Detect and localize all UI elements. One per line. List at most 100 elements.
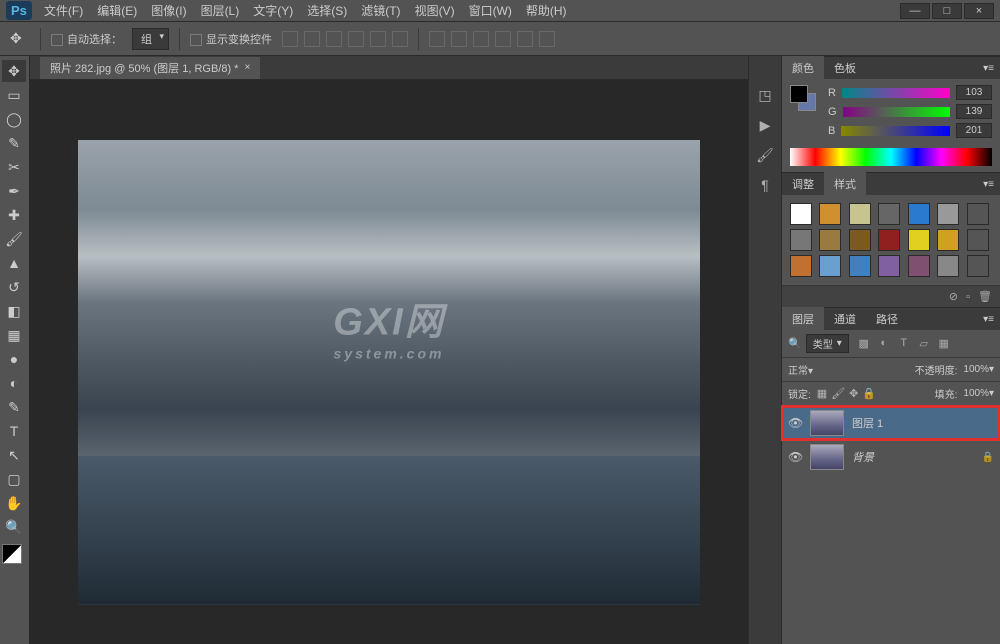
style-swatch[interactable]: [937, 229, 959, 251]
path-select-tool[interactable]: ↖: [2, 444, 26, 466]
panel-menu-icon[interactable]: ▾≡: [977, 63, 1000, 74]
zoom-tool[interactable]: 🔍: [2, 516, 26, 538]
distribute-icon[interactable]: [473, 31, 489, 47]
type-tool[interactable]: T: [2, 420, 26, 442]
visibility-icon[interactable]: 👁: [788, 416, 802, 430]
distribute-icon[interactable]: [495, 31, 511, 47]
move-tool[interactable]: ✥: [2, 60, 26, 82]
lock-transparency-icon[interactable]: ▦: [817, 387, 827, 400]
color-swatch[interactable]: [2, 544, 22, 564]
brush-preset-icon[interactable]: 🖌: [749, 140, 781, 170]
align-icon[interactable]: [370, 31, 386, 47]
menu-view[interactable]: 视图(V): [415, 2, 455, 19]
distribute-icon[interactable]: [517, 31, 533, 47]
search-icon[interactable]: 🔍: [788, 337, 802, 350]
style-swatch[interactable]: [849, 229, 871, 251]
style-swatch[interactable]: [819, 229, 841, 251]
adjustments-tab[interactable]: 调整: [782, 172, 824, 196]
style-swatch[interactable]: [908, 203, 930, 225]
style-swatch[interactable]: [819, 203, 841, 225]
style-swatch[interactable]: [937, 203, 959, 225]
crop-tool[interactable]: ✂: [2, 156, 26, 178]
filter-shape-icon[interactable]: ▱: [917, 337, 931, 351]
style-swatch[interactable]: [967, 229, 989, 251]
style-swatch[interactable]: [819, 255, 841, 277]
align-icon[interactable]: [392, 31, 408, 47]
document-tab[interactable]: 照片 282.jpg @ 50% (图层 1, RGB/8) * ×: [40, 57, 260, 79]
close-tab-icon[interactable]: ×: [244, 62, 250, 73]
style-swatch[interactable]: [790, 229, 812, 251]
color-tab[interactable]: 颜色: [782, 56, 824, 80]
quick-select-tool[interactable]: ✎: [2, 132, 26, 154]
trash-icon[interactable]: 🗑: [978, 290, 992, 303]
brush-tool[interactable]: 🖌: [2, 228, 26, 250]
lock-all-icon[interactable]: 🔒: [862, 387, 876, 400]
show-transform-checkbox[interactable]: 显示变换控件: [190, 31, 272, 47]
distribute-icon[interactable]: [451, 31, 467, 47]
align-icon[interactable]: [326, 31, 342, 47]
style-swatch[interactable]: [878, 203, 900, 225]
style-swatch[interactable]: [878, 229, 900, 251]
eyedropper-tool[interactable]: ✒: [2, 180, 26, 202]
r-value[interactable]: 103: [956, 85, 992, 100]
lock-paint-icon[interactable]: 🖌: [831, 387, 845, 400]
new-style-icon[interactable]: ▫: [966, 291, 970, 303]
window-maximize[interactable]: □: [932, 3, 962, 19]
eraser-tool[interactable]: ◧: [2, 300, 26, 322]
window-minimize[interactable]: —: [900, 3, 930, 19]
layers-tab[interactable]: 图层: [782, 307, 824, 331]
history-brush-tool[interactable]: ↺: [2, 276, 26, 298]
play-icon[interactable]: ▶: [749, 110, 781, 140]
style-swatch[interactable]: [790, 203, 812, 225]
b-slider[interactable]: [841, 126, 950, 136]
style-swatch[interactable]: [908, 255, 930, 277]
style-swatch[interactable]: [967, 255, 989, 277]
layer-item[interactable]: 👁图层 1: [782, 406, 1000, 440]
blur-tool[interactable]: ●: [2, 348, 26, 370]
menu-type[interactable]: 文字(Y): [253, 2, 293, 19]
layer-thumbnail[interactable]: [810, 410, 844, 436]
style-swatch[interactable]: [967, 203, 989, 225]
filter-smart-icon[interactable]: ▦: [937, 337, 951, 351]
dodge-tool[interactable]: ◐: [2, 372, 26, 394]
style-swatch[interactable]: [790, 255, 812, 277]
style-swatch[interactable]: [849, 203, 871, 225]
auto-select-checkbox[interactable]: 自动选择：: [51, 31, 122, 47]
menu-image[interactable]: 图像(I): [151, 2, 186, 19]
distribute-icon[interactable]: [429, 31, 445, 47]
filter-kind-select[interactable]: 类型▾: [806, 334, 849, 353]
align-icon[interactable]: [304, 31, 320, 47]
marquee-tool[interactable]: ▭: [2, 84, 26, 106]
swatches-tab[interactable]: 色板: [824, 56, 866, 80]
g-value[interactable]: 139: [956, 104, 992, 119]
menu-file[interactable]: 文件(F): [44, 2, 83, 19]
blend-mode-select[interactable]: 正常▾: [788, 362, 909, 377]
distribute-icon[interactable]: [539, 31, 555, 47]
opacity-input[interactable]: 100%▾: [963, 364, 994, 375]
paragraph-icon[interactable]: ¶: [749, 170, 781, 200]
pen-tool[interactable]: ✎: [2, 396, 26, 418]
gradient-tool[interactable]: ▦: [2, 324, 26, 346]
r-slider[interactable]: [842, 88, 950, 98]
lock-position-icon[interactable]: ✥: [849, 387, 858, 400]
menu-filter[interactable]: 滤镜(T): [361, 2, 400, 19]
visibility-icon[interactable]: 👁: [788, 450, 802, 464]
styles-tab[interactable]: 样式: [824, 172, 866, 196]
hand-tool[interactable]: ✋: [2, 492, 26, 514]
layer-item[interactable]: 👁背景🔒: [782, 440, 1000, 474]
fg-bg-swatch[interactable]: [790, 85, 816, 111]
paths-tab[interactable]: 路径: [866, 307, 908, 331]
shape-tool[interactable]: ▢: [2, 468, 26, 490]
clear-style-icon[interactable]: ⊘: [949, 290, 958, 303]
b-value[interactable]: 201: [956, 123, 992, 138]
window-close[interactable]: ×: [964, 3, 994, 19]
healing-tool[interactable]: ✚: [2, 204, 26, 226]
style-swatch[interactable]: [849, 255, 871, 277]
g-slider[interactable]: [843, 107, 950, 117]
style-swatch[interactable]: [937, 255, 959, 277]
panel-menu-icon[interactable]: ▾≡: [977, 179, 1000, 190]
auto-select-mode[interactable]: 组: [132, 28, 169, 50]
align-icon[interactable]: [282, 31, 298, 47]
style-swatch[interactable]: [908, 229, 930, 251]
lasso-tool[interactable]: ◯: [2, 108, 26, 130]
